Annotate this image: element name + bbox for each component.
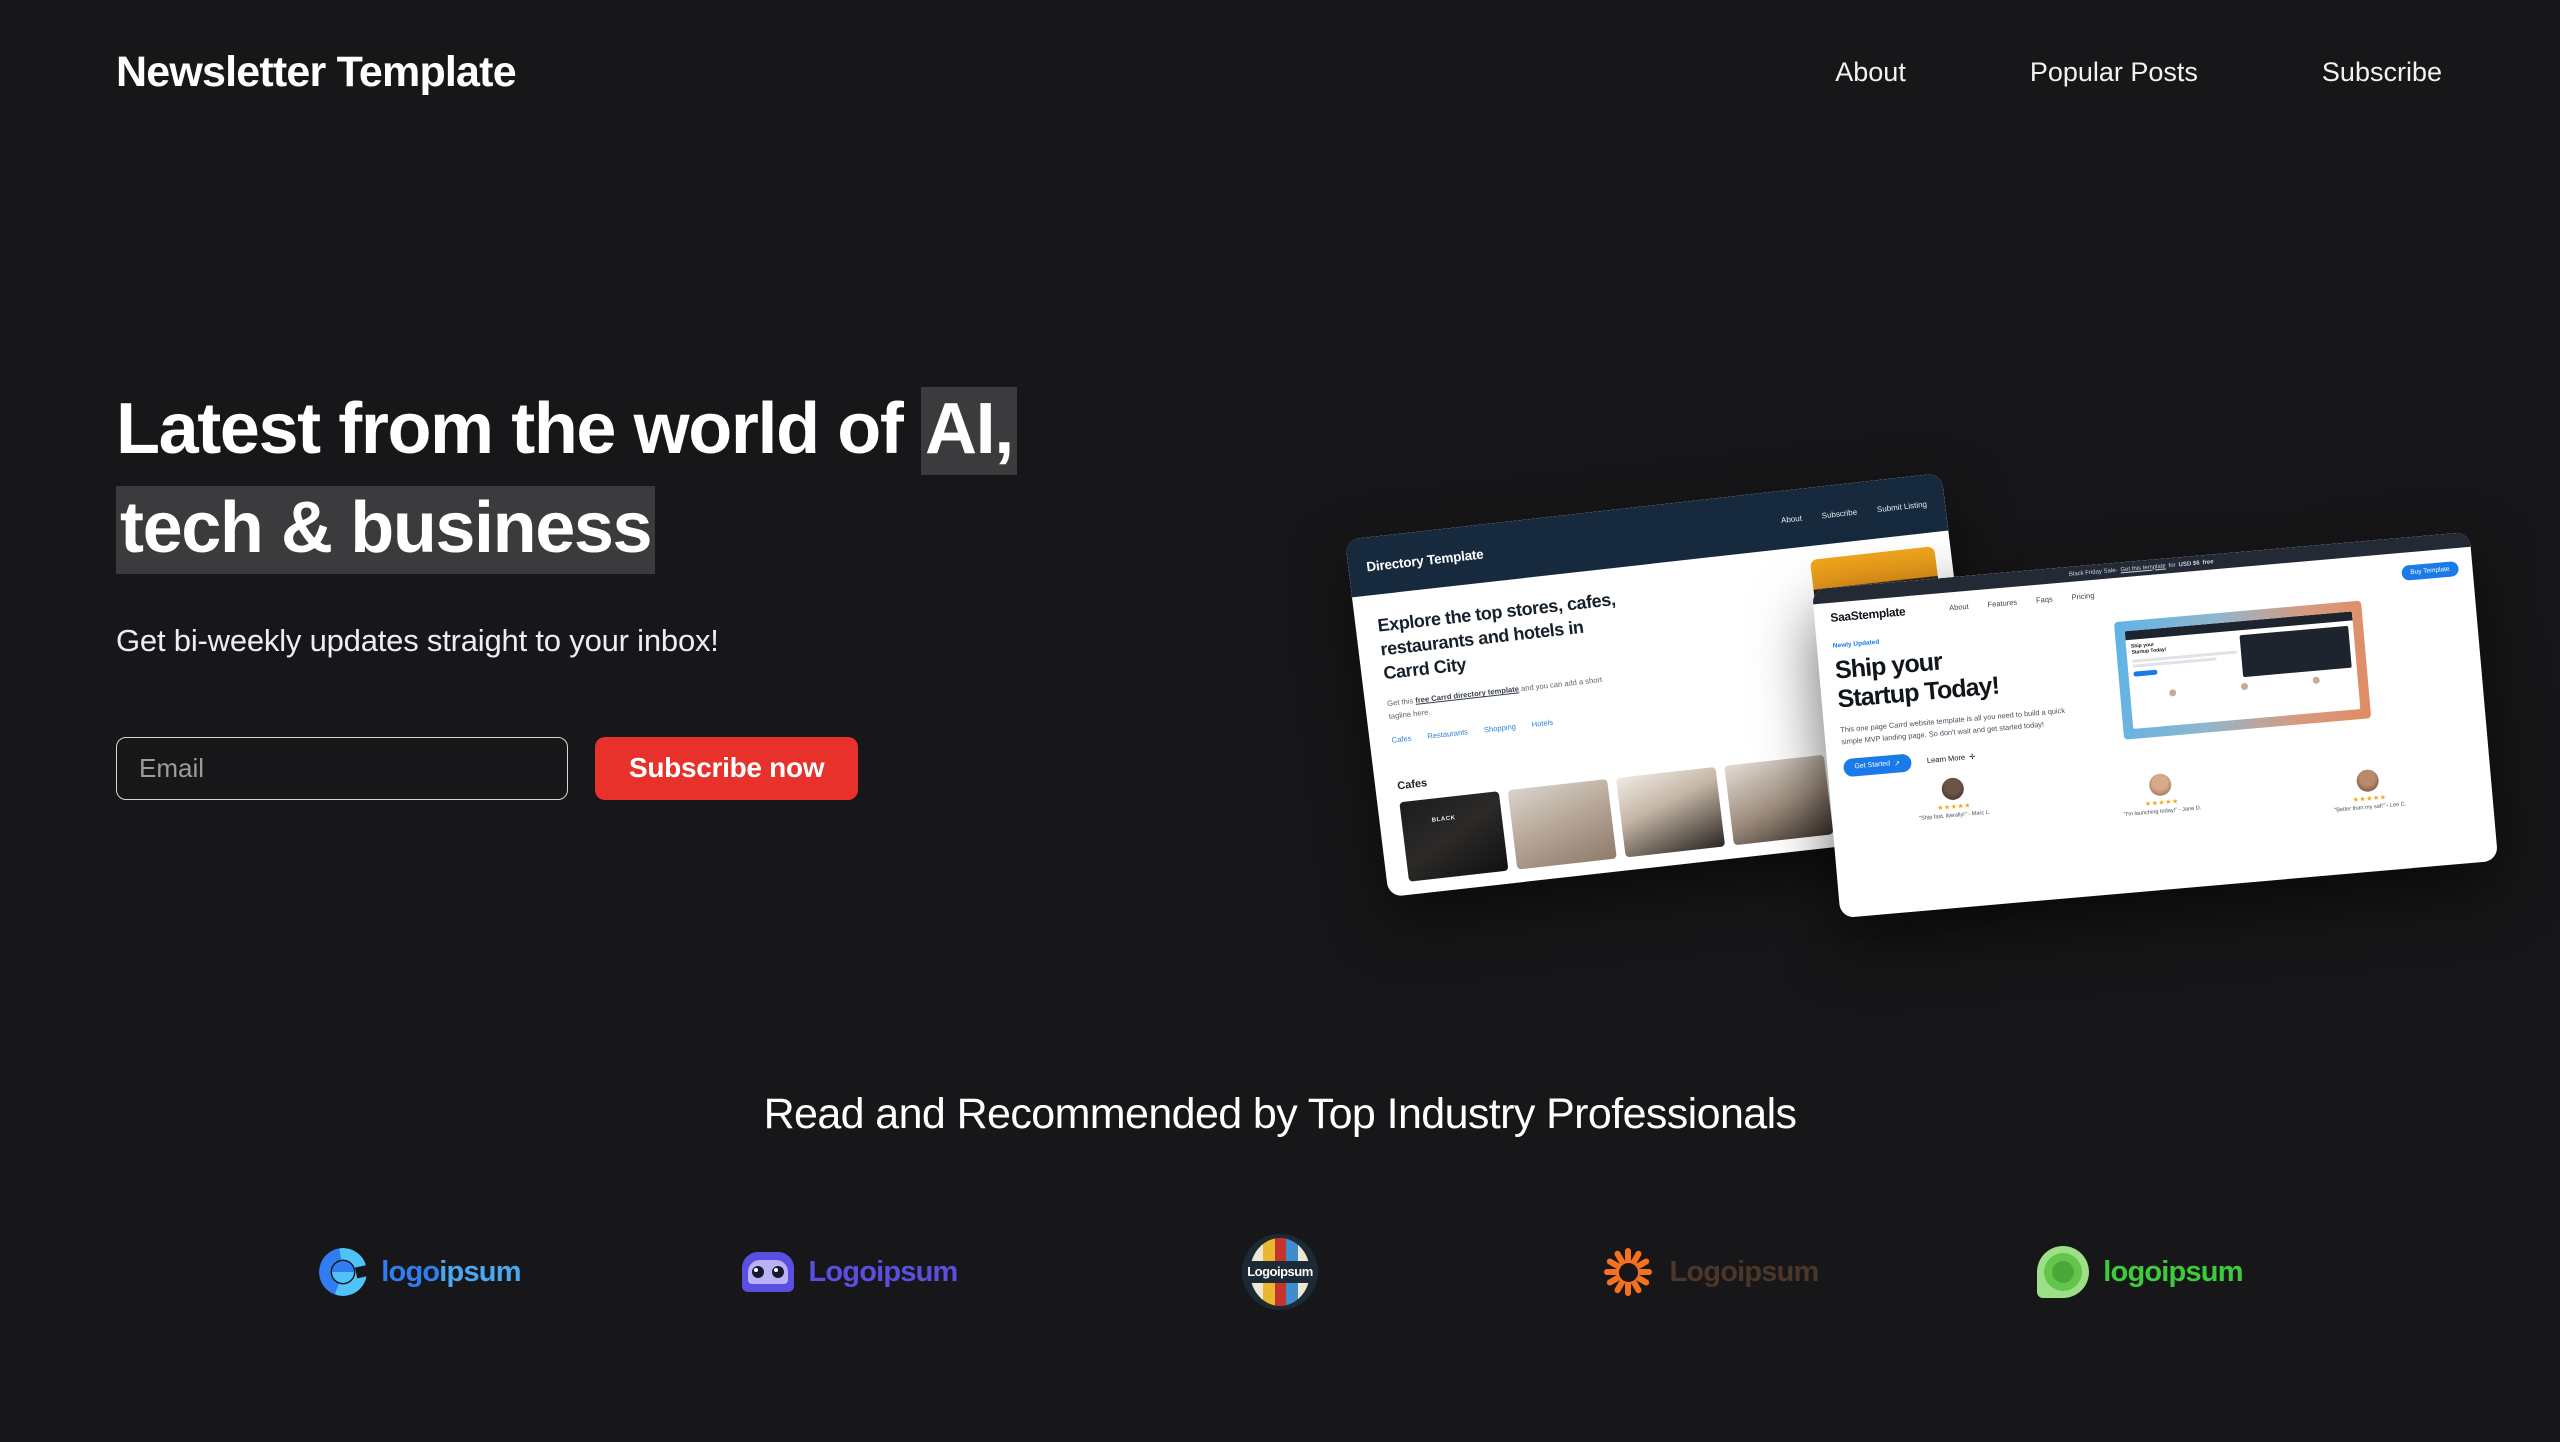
directory-heading: Explore the top stores, cafes, restauran… (1376, 589, 1617, 683)
directory-nav-about: About (1780, 513, 1803, 525)
saas-preview-inner: Ship your Startup Today! (2124, 611, 2361, 729)
social-proof-section: Read and Recommended by Top Industry Pro… (0, 1090, 2560, 1317)
saas-preview-avatar-3 (2311, 676, 2320, 685)
saas-copy: Newly Updated Ship your Startup Today! T… (1833, 619, 2114, 777)
saas-nav: About Features Faqs Pricing (1949, 590, 2095, 612)
directory-category-hotels: Hotels (1531, 718, 1554, 730)
directory-thumb-4 (1724, 755, 1834, 846)
site-header: Newsletter Template About Popular Posts … (0, 0, 2560, 145)
logo-item-3: Logoipsum (1065, 1227, 1495, 1317)
logo-label-2: Logoipsum (808, 1255, 958, 1288)
logo-label-1a: logo (381, 1255, 440, 1288)
directory-category-restaurants: Restaurants (1426, 727, 1469, 742)
social-proof-title: Read and Recommended by Top Industry Pro… (763, 1090, 1797, 1138)
brand-logo[interactable]: Newsletter Template (116, 48, 517, 97)
logo-strip: logoipsum Logoipsum Logoipsum Logoipsum … (0, 1227, 2560, 1317)
logoipsum-sunburst-icon (1601, 1245, 1655, 1299)
saas-nav-about: About (1948, 601, 1970, 612)
logo-item-1: logoipsum (205, 1227, 635, 1317)
avatar (2356, 768, 2380, 793)
logo-label-1: logoipsum (381, 1255, 521, 1289)
saas-nav-features: Features (1987, 597, 2018, 609)
saas-nav-pricing: Pricing (2071, 590, 2095, 602)
directory-thumb-2 (1507, 779, 1617, 870)
saas-preview-avatar-2 (2240, 682, 2248, 691)
saas-learn-more-label: Learn More (1926, 752, 1966, 766)
hero-copy: Latest from the world of AI, tech & busi… (116, 380, 1216, 800)
landing-page: Newsletter Template About Popular Posts … (0, 0, 2560, 1442)
saas-brand: SaaStemplate (1829, 604, 1906, 625)
saas-banner-link: Get this template (2120, 562, 2166, 573)
saas-banner-mid: for (2168, 562, 2176, 569)
directory-nav-submit-listing: Submit Listing (1876, 499, 1928, 514)
hero-section: Latest from the world of AI, tech & busi… (0, 145, 2560, 1095)
directory-thumb-1 (1399, 791, 1509, 883)
testimonial-2: ★★★★★ "I'm launching today!" - Jane D. (2061, 765, 2262, 837)
directory-thumb-3 (1616, 767, 1726, 858)
nav-item-popular-posts[interactable]: Popular Posts (2030, 49, 2198, 96)
logo-item-2: Logoipsum (635, 1227, 1065, 1317)
headline-highlight-tech: tech & business (116, 486, 656, 575)
directory-nav-subscribe: Subscribe (1821, 507, 1858, 520)
logo-label-3: Logoipsum (1247, 1264, 1313, 1280)
hero-subtitle: Get bi-weekly updates straight to your i… (116, 622, 719, 658)
saas-preview-avatar-1 (2168, 689, 2177, 697)
logo-label-5: logoipsum (2103, 1255, 2243, 1288)
directory-brand: Directory Template (1365, 545, 1485, 575)
logoipsum-bubble-icon (2037, 1246, 2090, 1298)
saas-preview-button (2133, 669, 2158, 677)
directory-body-pre: Get this (1386, 696, 1416, 709)
logo-item-5: logoipsum (1925, 1227, 2355, 1317)
logo-label-4: Logoipsum (1669, 1255, 1819, 1288)
logoipsum-donut-icon (319, 1248, 372, 1296)
logo-label-1b: ipsum (439, 1255, 521, 1288)
saas-banner-post: free (2202, 558, 2214, 566)
directory-body-link: free Carrd directory template (1414, 684, 1520, 706)
main-nav: About Popular Posts Subscribe (1835, 49, 2442, 96)
saas-buy-template-button: Buy Template (2400, 560, 2460, 581)
subscribe-button[interactable]: Subscribe now (595, 736, 859, 800)
email-input[interactable] (116, 736, 568, 800)
saas-nav-faqs: Faqs (2035, 593, 2053, 605)
subscribe-form: Subscribe now (116, 736, 1216, 800)
external-link-icon: ↗ (1893, 760, 1901, 768)
testimonial-3: ★★★★★ "Better than my saf!" - Leo C. (2269, 761, 2469, 819)
saas-get-started-label: Get Started (1854, 760, 1891, 771)
directory-nav: About Subscribe Submit Listing (1780, 499, 1927, 524)
plus-icon: ✛ (1968, 751, 1976, 762)
logo-item-4: Logoipsum (1495, 1227, 1925, 1317)
headline-text-plain: Latest from the world of (116, 389, 922, 469)
saas-banner-price: USD $6 (2178, 560, 2200, 568)
testimonial-1: ★★★★★ "Ship fast, literally!" - Marc L. (1853, 769, 2056, 855)
logoipsum-robot-icon (742, 1252, 795, 1292)
avatar (1940, 776, 1965, 801)
logoipsum-badge-icon: Logoipsum (1242, 1234, 1318, 1310)
saas-banner-pre: Black Friday Sale- (2068, 567, 2118, 578)
page-title: Latest from the world of AI, tech & busi… (116, 380, 1216, 579)
saas-preview-image: Ship your Startup Today! (2113, 600, 2372, 740)
avatar (2148, 772, 2173, 797)
directory-category-shopping: Shopping (1483, 722, 1517, 735)
hero-artwork: Directory Template About Subscribe Submi… (1344, 472, 2499, 940)
nav-item-subscribe[interactable]: Subscribe (2322, 49, 2442, 96)
saas-template-mockup: Black Friday Sale- Get this template for… (1811, 531, 2499, 919)
headline-highlight-ai: AI, (921, 387, 1017, 475)
directory-category-cafes: Cafes (1391, 733, 1413, 746)
nav-item-about[interactable]: About (1835, 49, 1906, 96)
saas-learn-more-link: Learn More ✛ (1927, 752, 1976, 765)
